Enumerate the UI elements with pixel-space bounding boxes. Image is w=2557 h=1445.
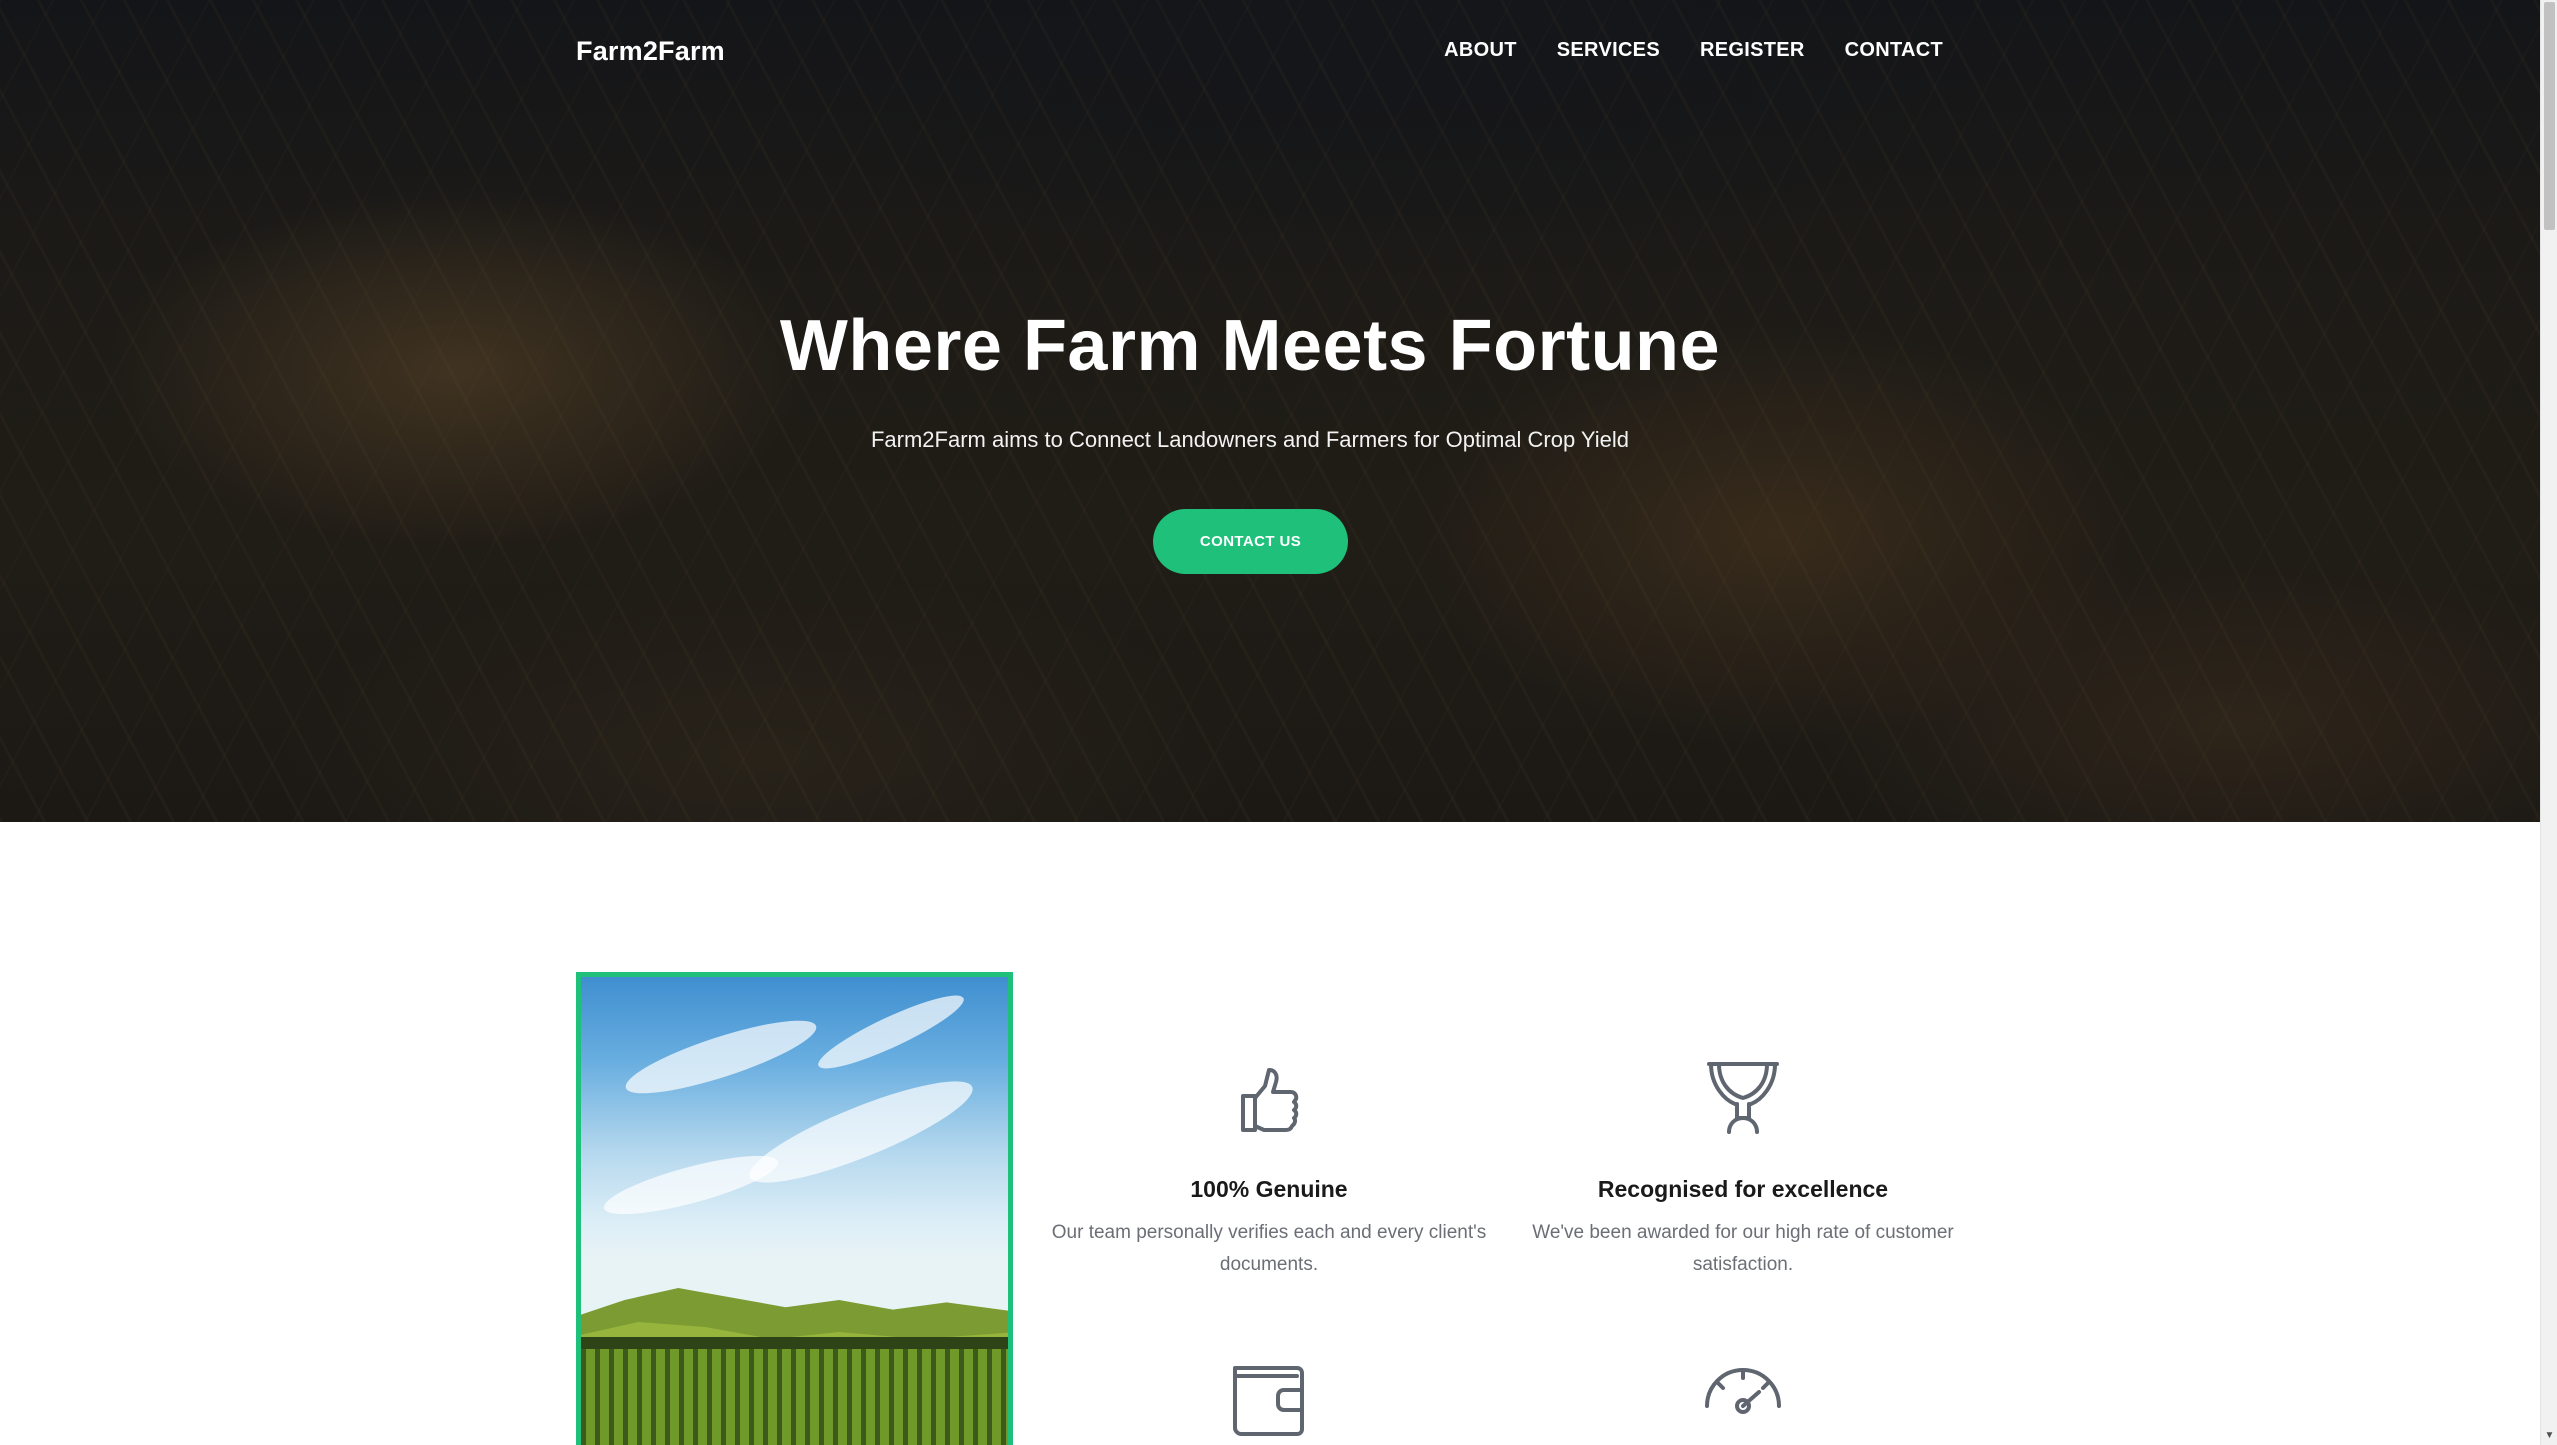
hero-subtitle: Farm2Farm aims to Connect Landowners and… bbox=[870, 427, 1630, 452]
top-navbar: Farm2Farm ABOUT SERVICES REGISTER CONTAC… bbox=[0, 0, 2540, 108]
nav-link-contact[interactable]: CONTACT bbox=[1845, 39, 1943, 62]
feature-genuine: 100% Genuine Our team personally verifie… bbox=[1039, 1060, 1499, 1281]
nav-link-about[interactable]: ABOUT bbox=[1444, 39, 1517, 62]
feature-title: 100% Genuine bbox=[1190, 1176, 1348, 1202]
contact-us-button[interactable]: CONTACT US bbox=[1153, 509, 1348, 574]
feature-speed bbox=[1513, 1362, 1973, 1442]
feature-excellence: Recognised for excellence We've been awa… bbox=[1513, 1060, 1973, 1281]
hero-title: Where Farm Meets Fortune bbox=[779, 306, 1721, 386]
nav-link-services[interactable]: SERVICES bbox=[1557, 39, 1660, 62]
farm-landscape-photo bbox=[581, 977, 1008, 1445]
hero-section: Farm2Farm ABOUT SERVICES REGISTER CONTAC… bbox=[0, 0, 2540, 822]
nav-links: ABOUT SERVICES REGISTER CONTACT bbox=[1444, 39, 1943, 62]
feature-description: Our team personally verifies each and ev… bbox=[1051, 1222, 1487, 1275]
wallet-icon bbox=[1233, 1366, 1304, 1436]
feature-description: We've been awarded for our high rate of … bbox=[1532, 1222, 1954, 1275]
farm-landscape-image bbox=[576, 972, 1013, 1445]
hero-background-wheat bbox=[0, 0, 2540, 822]
speedometer-icon bbox=[1705, 1368, 1781, 1414]
feature-wallet bbox=[1039, 1362, 1499, 1442]
brand-logo[interactable]: Farm2Farm bbox=[576, 36, 725, 67]
scroll-down-arrow-icon[interactable]: ▼ bbox=[2541, 1429, 2557, 1443]
thumbs-up-icon bbox=[1241, 1068, 1299, 1132]
vertical-scrollbar[interactable]: ▼ bbox=[2540, 0, 2557, 1445]
nav-link-register[interactable]: REGISTER bbox=[1700, 39, 1805, 62]
feature-title: Recognised for excellence bbox=[1597, 1176, 1889, 1202]
trophy-icon bbox=[1707, 1062, 1779, 1134]
scrollbar-thumb[interactable] bbox=[2544, 2, 2555, 230]
